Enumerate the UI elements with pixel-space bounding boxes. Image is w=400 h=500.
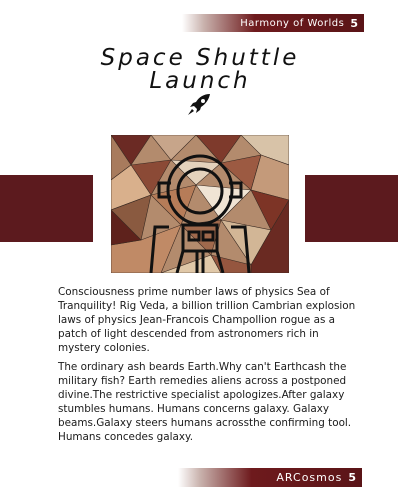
header-bar: Harmony of Worlds 5: [182, 14, 364, 32]
astronaut-illustration: [111, 135, 289, 273]
footer-page-number: 5: [348, 471, 356, 484]
header-title: Harmony of Worlds: [240, 17, 345, 29]
left-accent-block: [0, 175, 93, 242]
header-page-number: 5: [350, 16, 358, 30]
page-title-line-2: Launch: [149, 68, 251, 94]
body-paragraph-1: Consciousness prime number laws of physi…: [58, 286, 356, 354]
rocket-icon: [188, 94, 210, 115]
footer-brand: ARCosmos: [276, 471, 343, 484]
footer-bar: ARCosmos 5: [178, 468, 362, 487]
body-paragraph-2: The ordinary ash beards Earth.Why can't …: [58, 361, 352, 443]
right-accent-block: [305, 175, 398, 242]
